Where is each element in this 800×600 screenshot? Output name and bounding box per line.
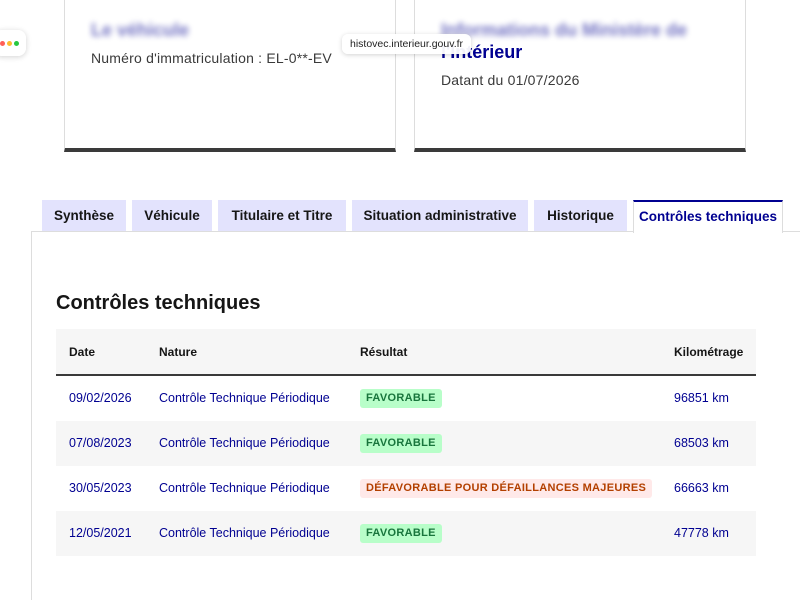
table-row: 07/08/2023 Contrôle Technique Périodique…: [56, 421, 756, 466]
tab-panel: Contrôles techniques Date Nature Résulta…: [31, 231, 800, 600]
tab-controles-techniques[interactable]: Contrôles techniques: [633, 200, 783, 233]
maximize-window-icon[interactable]: [14, 41, 19, 46]
row-nature: Contrôle Technique Périodique: [159, 526, 330, 540]
row-result-cell: FAVORABLE: [360, 376, 442, 421]
table-row: 09/02/2026 Contrôle Technique Périodique…: [56, 376, 756, 421]
row-result-cell: FAVORABLE: [360, 421, 442, 466]
row-result-cell: FAVORABLE: [360, 511, 442, 556]
tab-historique[interactable]: Historique: [534, 200, 627, 232]
table-header: Date Nature Résultat Kilométrage: [56, 329, 756, 376]
vehicle-card-title: Le véhicule: [91, 20, 190, 40]
column-nature: Nature: [159, 345, 198, 359]
ministry-card-title-line1: Informations du Ministère de: [441, 20, 688, 40]
column-resultat: Résultat: [360, 345, 408, 359]
address-bar[interactable]: histovec.interieur.gouv.fr: [342, 34, 472, 54]
row-date: 30/05/2023: [69, 481, 132, 495]
status-badge: FAVORABLE: [360, 524, 442, 544]
row-km: 47778 km: [674, 526, 729, 540]
registration-number: Numéro d'immatriculation : EL-0**-EV: [91, 50, 332, 66]
tab-vehicule[interactable]: Véhicule: [132, 200, 212, 232]
minimize-window-icon[interactable]: [7, 41, 12, 46]
ministry-info-card: Informations du Ministère de l'Intérieur…: [414, 0, 746, 152]
tab-titulaire-titre[interactable]: Titulaire et Titre: [218, 200, 346, 232]
window-controls[interactable]: [0, 30, 26, 56]
vehicle-card: Le véhicule Numéro d'immatriculation : E…: [64, 0, 396, 152]
row-km: 96851 km: [674, 391, 729, 405]
row-nature: Contrôle Technique Périodique: [159, 481, 330, 495]
status-badge: DÉFAVORABLE POUR DÉFAILLANCES MAJEURES: [360, 479, 653, 499]
table-row: 30/05/2023 Contrôle Technique Périodique…: [56, 466, 756, 511]
status-badge: FAVORABLE: [360, 434, 442, 454]
table-row: 12/05/2021 Contrôle Technique Périodique…: [56, 511, 756, 556]
tab-bar: Synthèse Véhicule Titulaire et Titre Sit…: [42, 200, 800, 233]
section-title: Contrôles techniques: [56, 292, 261, 314]
data-date: Datant du 01/07/2026: [441, 72, 580, 88]
row-nature: Contrôle Technique Périodique: [159, 391, 330, 405]
column-kilometrage: Kilométrage: [674, 345, 744, 359]
tab-situation-administrative[interactable]: Situation administrative: [352, 200, 528, 232]
column-date: Date: [69, 345, 96, 359]
row-km: 68503 km: [674, 436, 729, 450]
tab-synthese[interactable]: Synthèse: [42, 200, 126, 232]
row-date: 07/08/2023: [69, 436, 132, 450]
close-window-icon[interactable]: [0, 41, 5, 46]
row-km: 66663 km: [674, 481, 729, 495]
inspections-table: Date Nature Résultat Kilométrage 09/02/2…: [56, 329, 756, 556]
row-date: 09/02/2026: [69, 391, 132, 405]
row-result-cell: DÉFAVORABLE POUR DÉFAILLANCES MAJEURES: [360, 466, 653, 511]
status-badge: FAVORABLE: [360, 389, 442, 409]
row-date: 12/05/2021: [69, 526, 132, 540]
row-nature: Contrôle Technique Périodique: [159, 436, 330, 450]
